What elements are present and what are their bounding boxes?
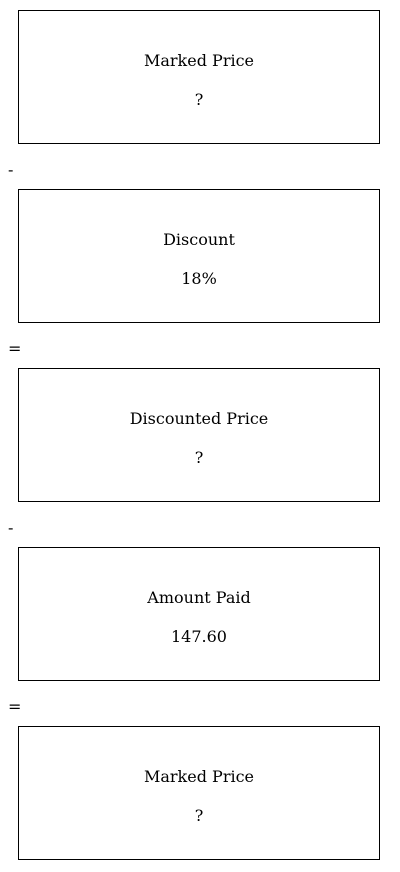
box-label: Marked Price (143, 767, 255, 786)
operator-equals: = (8, 339, 22, 358)
box-marked-price: Marked Price ? (18, 10, 380, 144)
box-label: Marked Price (143, 51, 255, 70)
box-value: ? (194, 806, 204, 825)
box-marked-price: Marked Price ? (18, 726, 380, 860)
box-discount: Discount 18% (18, 189, 380, 323)
box-value: ? (194, 448, 204, 467)
box-value: 18% (181, 269, 217, 288)
box-amount-paid: Amount Paid 147.60 (18, 547, 380, 681)
operator-minus: - (8, 518, 14, 537)
operator-minus: - (8, 160, 14, 179)
box-label: Discounted Price (129, 409, 269, 428)
box-label: Discount (163, 230, 235, 249)
operator-equals: = (8, 697, 22, 716)
box-value: 147.60 (171, 627, 227, 646)
box-value: ? (194, 90, 204, 109)
box-discounted-price: Discounted Price ? (18, 368, 380, 502)
box-label: Amount Paid (147, 588, 251, 607)
